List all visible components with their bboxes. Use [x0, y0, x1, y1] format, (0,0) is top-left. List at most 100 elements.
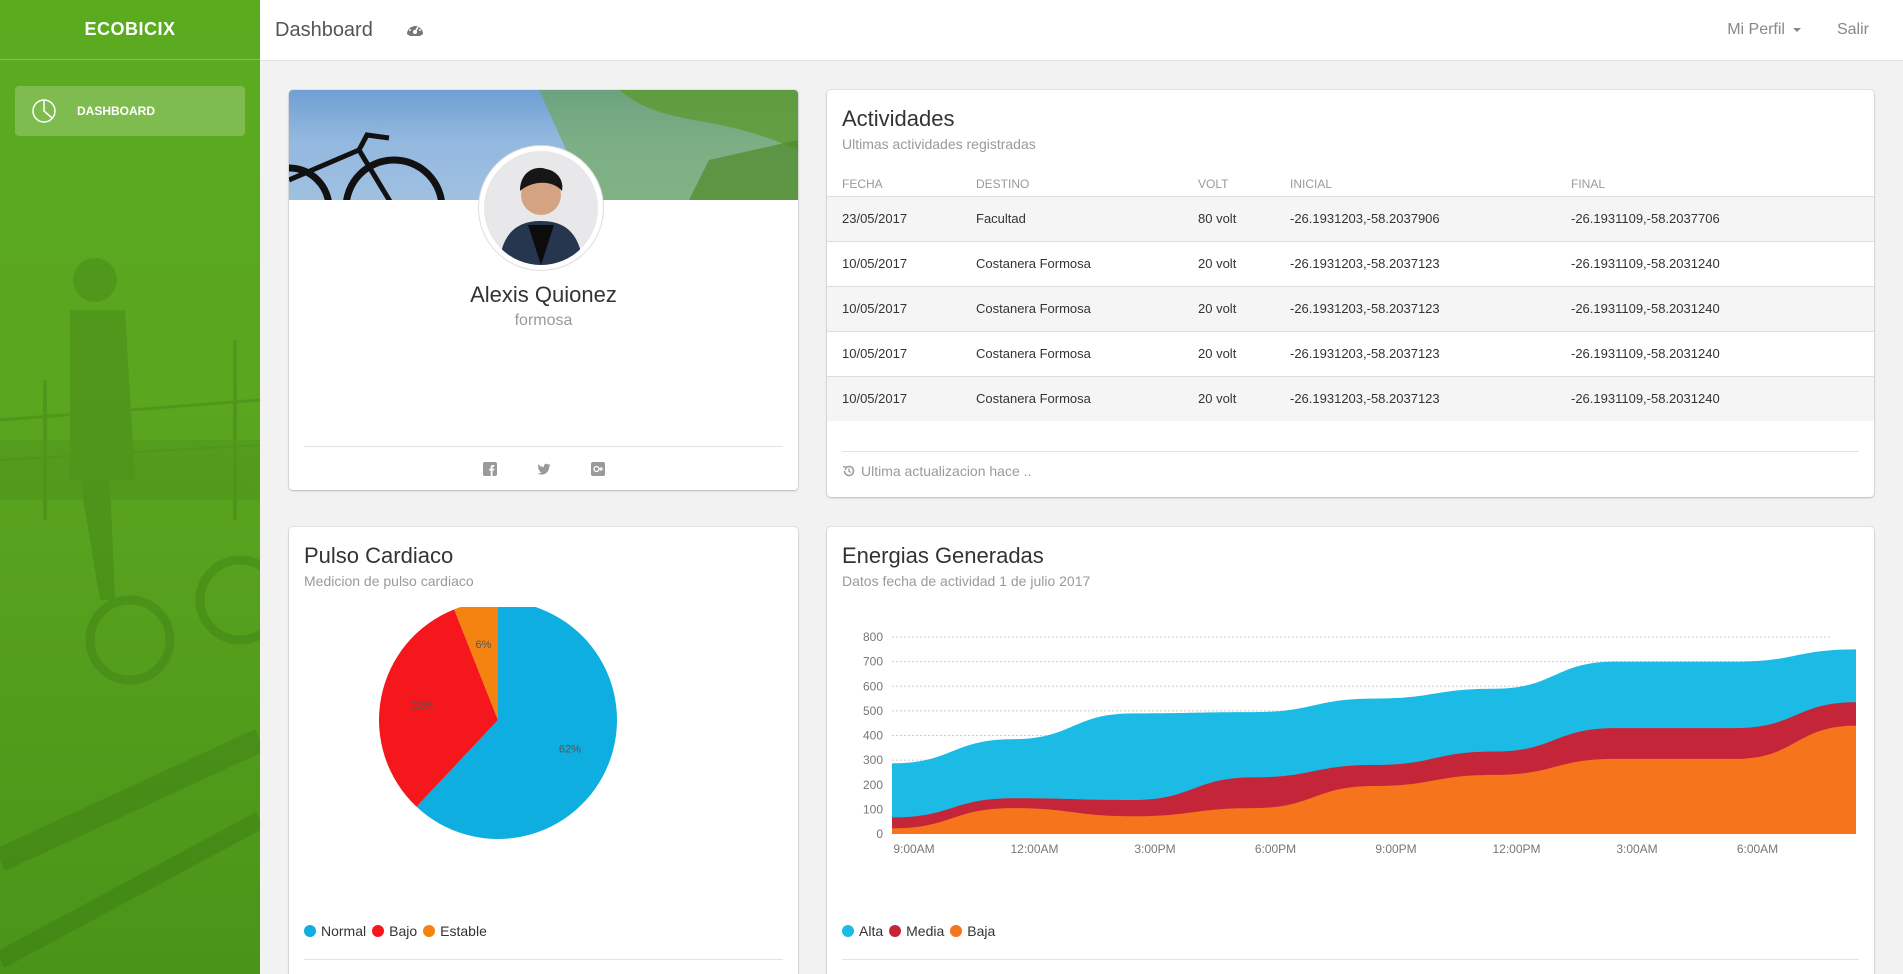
- legend-swatch: [889, 925, 902, 937]
- last-update-text: Ultima actualizacion hace ..: [861, 463, 1032, 479]
- column-header-final: FINAL: [1571, 176, 1606, 191]
- energy-chart-card: Energias Generadas Datos fecha de activi…: [827, 527, 1874, 974]
- cell-volt: 20 volt: [1198, 330, 1290, 376]
- page-title: Dashboard: [275, 18, 373, 41]
- profile-dropdown[interactable]: Mi Perfil: [1727, 21, 1801, 39]
- top-navbar: Dashboard Mi Perfil Salir: [260, 0, 1903, 61]
- column-header-inicial: INICIAL: [1290, 176, 1333, 191]
- cell-destino: Costanera Formosa: [976, 240, 1198, 286]
- cell-final: -26.1931109,-58.2031240: [1571, 330, 1874, 376]
- cell-final: -26.1931109,-58.2031240: [1571, 285, 1874, 331]
- history-icon: [842, 465, 855, 477]
- cell-volt: 20 volt: [1198, 285, 1290, 331]
- pie-chart-icon: [32, 99, 56, 123]
- table-header-row: FECHA DESTINO VOLT INICIAL FINAL: [827, 168, 1874, 196]
- cell-inicial: -26.1931203,-58.2037906: [1290, 195, 1571, 241]
- cell-fecha: 10/05/2017: [827, 375, 976, 421]
- legend-item-baja[interactable]: Baja: [950, 923, 995, 939]
- legend-item-normal[interactable]: Normal: [304, 923, 366, 939]
- card-subtitle: Medicion de pulso cardiaco: [304, 573, 474, 589]
- x-tick-label: 3:00AM: [1616, 842, 1657, 856]
- profile-label: Mi Perfil: [1727, 21, 1785, 38]
- avatar: [479, 146, 603, 270]
- legend-item-estable[interactable]: Estable: [423, 923, 487, 939]
- x-tick-label: 12:00AM: [1010, 842, 1058, 856]
- sidebar-item-dashboard[interactable]: DASHBOARD: [15, 86, 245, 136]
- legend-label: Normal: [321, 923, 367, 939]
- y-tick-label: 0: [876, 827, 883, 841]
- y-tick-label: 500: [863, 704, 883, 718]
- y-tick-label: 700: [863, 655, 883, 669]
- card-footer: [304, 959, 783, 960]
- dashboard-icon: [406, 25, 423, 36]
- legend-swatch: [423, 925, 436, 937]
- pie-chart: 62% 32% 6%: [379, 607, 617, 839]
- card-footer: Ultima actualizacion hace ..: [842, 451, 1859, 479]
- legend-swatch: [372, 925, 385, 937]
- legend-label: Bajo: [389, 923, 418, 939]
- logout-link[interactable]: Salir: [1837, 21, 1869, 39]
- legend-label: Baja: [967, 923, 996, 939]
- activities-card: Actividades Ultimas actividades registra…: [827, 90, 1874, 497]
- legend-swatch: [304, 925, 316, 937]
- column-header-destino: DESTINO: [976, 176, 1030, 191]
- card-title: Energias Generadas: [842, 543, 1044, 568]
- cell-destino: Costanera Formosa: [976, 330, 1198, 376]
- facebook-icon[interactable]: [482, 462, 497, 476]
- cell-fecha: 10/05/2017: [827, 285, 976, 331]
- pie-legend: Normal Bajo Estable: [304, 923, 493, 939]
- y-tick-label: 400: [863, 729, 883, 743]
- cell-inicial: -26.1931203,-58.2037123: [1290, 375, 1571, 421]
- x-tick-label: 9:00PM: [1375, 842, 1416, 856]
- cell-fecha: 23/05/2017: [827, 195, 976, 241]
- cell-volt: 20 volt: [1198, 375, 1290, 421]
- card-title: Actividades: [842, 106, 955, 131]
- sidebar-item-label: DASHBOARD: [77, 104, 155, 118]
- legend-item-alta[interactable]: Alta: [842, 923, 883, 939]
- sidebar-background-image: [0, 258, 260, 968]
- pulse-chart-card: Pulso Cardiaco Medicion de pulso cardiac…: [289, 527, 798, 974]
- pie-data-label: 62%: [559, 743, 581, 755]
- cell-inicial: -26.1931203,-58.2037123: [1290, 330, 1571, 376]
- y-tick-label: 200: [863, 778, 883, 792]
- card-subtitle: Ultimas actividades registradas: [842, 136, 1036, 152]
- legend-item-media[interactable]: Media: [889, 923, 944, 939]
- table-row: 10/05/2017 Costanera Formosa 20 volt -26…: [827, 375, 1874, 421]
- cell-inicial: -26.1931203,-58.2037123: [1290, 240, 1571, 286]
- sidebar-nav: DASHBOARD: [0, 60, 260, 136]
- x-tick-label: 6:00PM: [1255, 842, 1296, 856]
- x-tick-label: 12:00PM: [1492, 842, 1540, 856]
- cell-destino: Costanera Formosa: [976, 375, 1198, 421]
- pie-data-label: 6%: [476, 639, 492, 651]
- twitter-icon[interactable]: [536, 462, 551, 476]
- brand-logo[interactable]: ECOBICIX: [0, 0, 260, 60]
- pie-data-label: 32%: [411, 701, 433, 713]
- card-title: Pulso Cardiaco: [304, 543, 454, 568]
- x-tick-label: 3:00PM: [1134, 842, 1175, 856]
- cell-fecha: 10/05/2017: [827, 240, 976, 286]
- cell-volt: 20 volt: [1198, 240, 1290, 286]
- cell-destino: Facultad: [976, 195, 1198, 241]
- x-tick-label: 9:00AM: [893, 842, 934, 856]
- y-tick-label: 100: [863, 802, 883, 816]
- legend-label: Alta: [859, 923, 884, 939]
- cell-final: -26.1931109,-58.2031240: [1571, 375, 1874, 421]
- table-row: 10/05/2017 Costanera Formosa 20 volt -26…: [827, 330, 1874, 376]
- divider: [304, 446, 783, 447]
- y-tick-label: 800: [863, 630, 883, 644]
- card-subtitle: Datos fecha de actividad 1 de julio 2017: [842, 573, 1091, 589]
- chevron-down-icon: [1792, 28, 1801, 32]
- google-plus-icon[interactable]: [590, 462, 605, 476]
- y-tick-label: 300: [863, 753, 883, 767]
- table-row: 10/05/2017 Costanera Formosa 20 volt -26…: [827, 285, 1874, 331]
- sidebar: ECOBICIX DASHBOARD: [0, 0, 260, 974]
- legend-label: Media: [906, 923, 945, 939]
- area-legend: Alta Media Baja: [842, 923, 1001, 939]
- activities-table: FECHA DESTINO VOLT INICIAL FINAL 23/05/2…: [827, 168, 1874, 421]
- area-chart: 0 100 200 300 400 500 600 700 800 9:00AM 12:00AM 3:…: [863, 630, 1856, 856]
- social-links: [289, 462, 798, 476]
- user-profile-card: Alexis Quionez formosa: [289, 90, 798, 490]
- legend-item-bajo[interactable]: Bajo: [372, 923, 417, 939]
- column-header-volt: VOLT: [1198, 176, 1229, 191]
- cell-volt: 80 volt: [1198, 195, 1290, 241]
